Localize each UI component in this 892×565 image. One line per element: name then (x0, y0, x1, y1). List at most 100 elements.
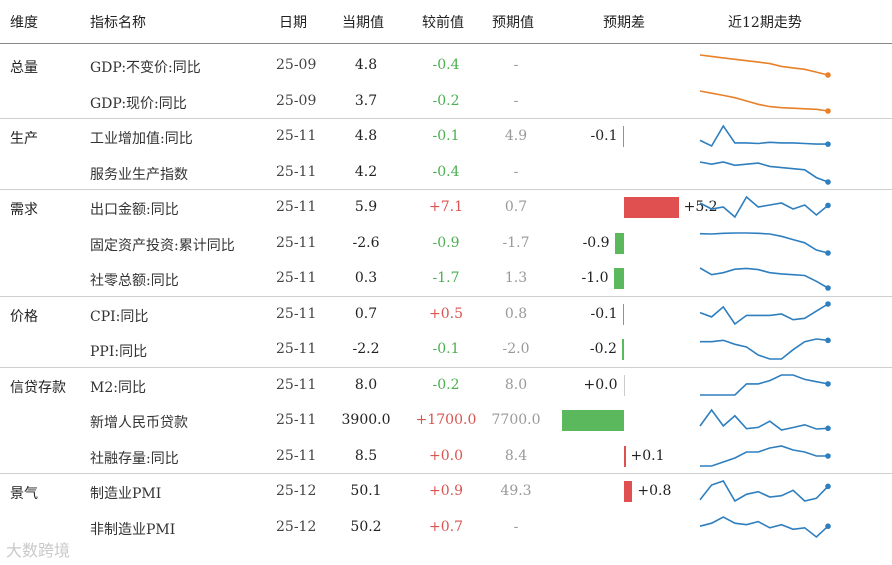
table-row: 社零总额:同比 25-11 0.3 -1.7 1.3 -1.0 (0, 261, 892, 297)
sparkline-last-point (825, 249, 831, 256)
table-header: 维度 指标名称 日期 当期值 较前值 预期值 预期差 近12期走势 (0, 0, 892, 44)
period-date: 25-11 (276, 199, 317, 215)
sparkline-path (699, 54, 829, 76)
indicator-name: M2:同比 (90, 379, 146, 396)
sparkline-last-point (825, 202, 831, 209)
current-value: 0.7 (354, 305, 378, 322)
current-value: 5.9 (354, 199, 378, 215)
sparkline-path (699, 231, 829, 254)
gap-bar (613, 268, 624, 289)
current-value: 3.7 (354, 92, 378, 109)
category-label: 信贷存款 (10, 379, 66, 396)
sparkline-last-point (825, 72, 831, 78)
change-value: +0.9 (429, 483, 463, 499)
expectation-gap (560, 403, 692, 439)
period-date: 25-09 (276, 57, 317, 73)
change-value: -1.7 (432, 270, 460, 286)
expected-value: -1.7 (502, 234, 530, 251)
table-row: 总量 GDP:不变价:同比 25-09 4.8 -0.4 - (0, 48, 892, 84)
change-value: +0.5 (429, 305, 463, 322)
expected-value: 4.9 (504, 128, 528, 144)
expected-value: 8.0 (504, 376, 528, 393)
period-date: 25-12 (276, 483, 317, 499)
expectation-gap: +5.2 (560, 190, 718, 226)
period-date: 25-11 (276, 376, 317, 393)
period-date: 25-11 (276, 341, 317, 357)
indicator-name: 固定资产投资:累计同比 (90, 237, 235, 254)
current-value: 0.3 (354, 270, 378, 286)
expectation-gap (560, 510, 692, 546)
sparkline-last-point (825, 380, 831, 387)
trend-sparkline (699, 480, 831, 503)
current-value: 3900.0 (341, 412, 391, 428)
trend-sparkline (699, 124, 831, 148)
period-date: 25-09 (276, 92, 317, 109)
sparkline-path (699, 302, 829, 325)
gap-bar (562, 410, 624, 431)
expected-value: - (513, 57, 519, 73)
sparkline-path (699, 89, 829, 112)
trend-sparkline (699, 54, 831, 78)
expected-value: -2.0 (502, 341, 530, 357)
indicator-name: 新增人民币贷款 (90, 415, 188, 431)
change-value: -0.4 (432, 57, 460, 73)
current-value: 50.2 (350, 518, 382, 535)
trend-sparkline (699, 231, 831, 256)
change-value: -0.9 (432, 234, 460, 251)
expected-value: 7700.0 (491, 412, 541, 428)
expectation-gap: +0.1 (560, 439, 692, 475)
header-date: 日期 (279, 15, 307, 31)
trend-sparkline (700, 444, 831, 467)
header-name: 指标名称 (90, 15, 146, 31)
period-date: 25-11 (276, 234, 317, 251)
sparkline-last-point (825, 452, 831, 459)
category-label: 生产 (10, 131, 38, 147)
trend-sparkline (699, 515, 831, 538)
change-value: -0.1 (432, 341, 460, 357)
expected-value: 49.3 (500, 483, 532, 499)
indicator-name: PPI:同比 (90, 344, 148, 360)
header-current: 当期值 (342, 15, 384, 31)
expected-value: - (513, 92, 519, 109)
indicator-name: GDP:现价:同比 (90, 95, 187, 112)
indicator-name: CPI:同比 (90, 308, 149, 325)
expected-value: 1.3 (504, 270, 528, 286)
sparkline-path (700, 444, 828, 467)
indicator-name: 出口金额:同比 (90, 202, 179, 218)
period-date: 25-11 (276, 163, 317, 180)
period-date: 25-11 (276, 412, 317, 428)
expected-value: 8.4 (504, 447, 528, 464)
expectation-gap: -0.2 (560, 332, 692, 368)
table-row: 信贷存款 M2:同比 25-11 8.0 -0.2 8.0 +0.0 (0, 368, 892, 404)
table-row: 新增人民币贷款 25-11 3900.0 +1700.0 7700.0 (0, 403, 892, 439)
expectation-gap: +0.8 (560, 474, 692, 510)
table-row: 景气 制造业PMI 25-12 50.1 +0.9 49.3 +0.8 (0, 474, 892, 510)
sparkline-last-point (825, 178, 831, 185)
header-trend: 近12期走势 (728, 15, 802, 31)
change-value: +1700.0 (415, 412, 477, 428)
expected-value: - (513, 518, 519, 535)
indicator-name: 社融存量:同比 (90, 450, 179, 467)
sparkline-path (699, 195, 829, 219)
expected-value: 0.8 (504, 305, 528, 322)
header-change: 较前值 (422, 15, 464, 31)
gap-bar (614, 232, 624, 254)
gap-bar (624, 197, 679, 218)
expected-value: 0.7 (504, 199, 528, 215)
gap-label: -0.9 (582, 234, 610, 251)
expectation-gap: -0.1 (560, 119, 692, 155)
expectation-gap (560, 155, 692, 191)
current-value: 50.1 (350, 483, 382, 499)
table-row: 社融存量:同比 25-11 8.5 +0.0 8.4 +0.1 (0, 439, 892, 475)
change-value: +0.7 (429, 518, 463, 535)
sparkline-path (699, 408, 829, 431)
table-row: GDP:现价:同比 25-09 3.7 -0.2 - (0, 84, 892, 120)
category-label: 价格 (10, 308, 38, 325)
gap-bar (624, 481, 633, 502)
gap-label: -0.1 (590, 128, 618, 144)
trend-sparkline (699, 89, 831, 114)
trend-sparkline (699, 267, 831, 291)
trend-sparkline (700, 373, 831, 396)
table-row: 固定资产投资:累计同比 25-11 -2.6 -0.9 -1.7 -0.9 (0, 226, 892, 262)
sparkline-last-point (825, 425, 831, 432)
